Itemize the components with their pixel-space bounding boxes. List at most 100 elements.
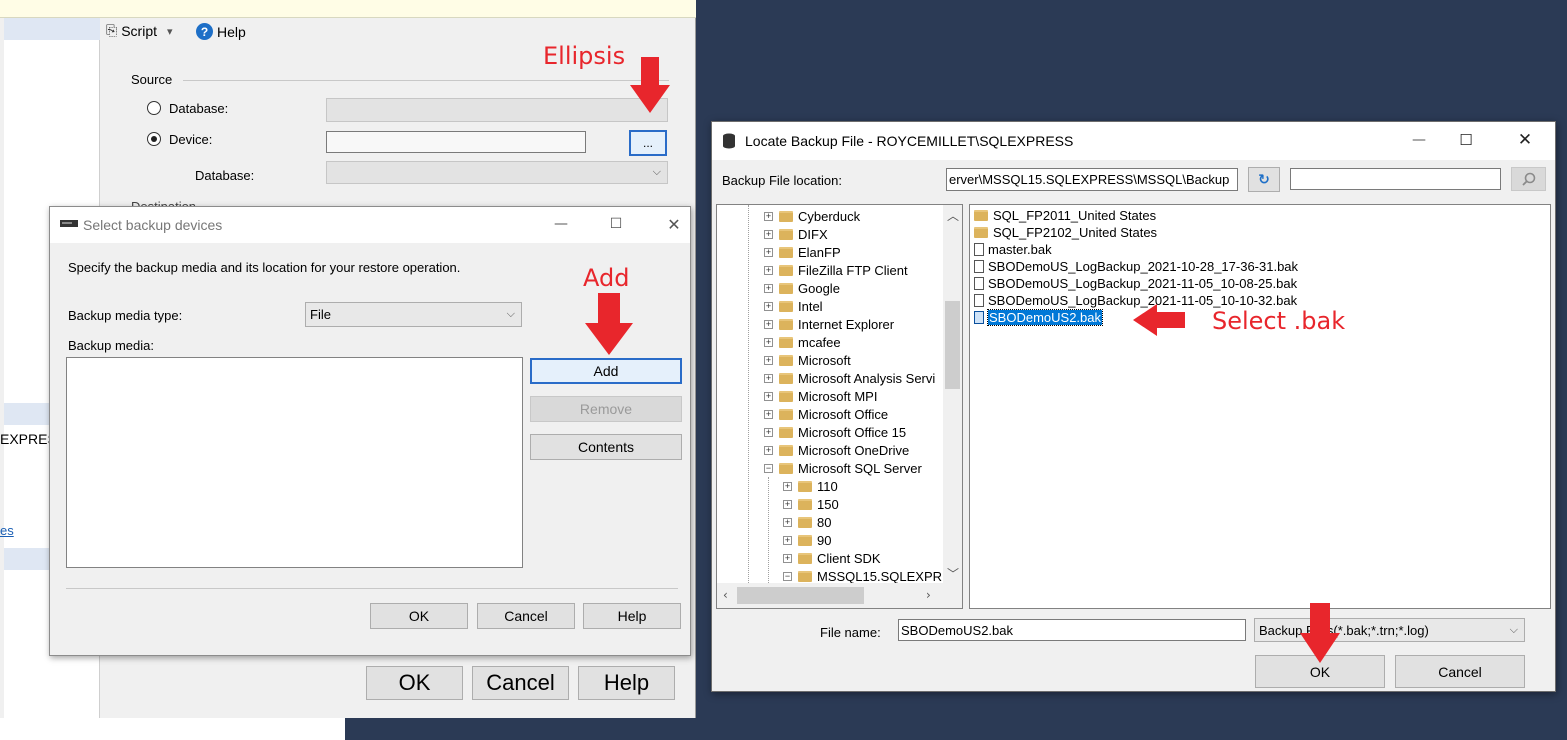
device-radio[interactable]	[147, 132, 161, 146]
tree-item[interactable]: + Google	[717, 279, 943, 297]
device-database-combo[interactable]: ⌵	[326, 161, 668, 184]
tree-item[interactable]: − Microsoft SQL Server	[717, 459, 943, 477]
collapse-icon[interactable]: −	[783, 571, 792, 581]
tree-item[interactable]: + Cyberduck	[717, 207, 943, 225]
tree-item[interactable]: + FileZilla FTP Client	[717, 261, 943, 279]
collapse-icon[interactable]: −	[764, 463, 773, 473]
scroll-up-icon[interactable]: ︿	[947, 207, 959, 224]
expand-icon[interactable]: +	[783, 499, 792, 509]
tree-item[interactable]: + mcafee	[717, 333, 943, 351]
annotation-arrow-down-icon	[1300, 603, 1340, 663]
lbf-cancel-button[interactable]: Cancel	[1395, 655, 1525, 688]
tree-item-label: Microsoft	[798, 352, 851, 368]
file-name: SQL_FP2011_United States	[993, 208, 1157, 223]
view-connection-link[interactable]: es	[0, 523, 14, 538]
tree-item[interactable]: + Microsoft Office	[717, 405, 943, 423]
search-icon[interactable]	[1511, 167, 1546, 191]
database-radio[interactable]	[147, 101, 161, 115]
expand-icon[interactable]: +	[764, 247, 773, 257]
file-list-item[interactable]: SQL_FP2102_United States	[974, 224, 1298, 241]
folder-tree[interactable]: + Cyberduck + DIFX + ElanFP + FileZilla FTP Cli…	[716, 204, 963, 609]
file-type-select[interactable]: Backup Files(*.bak;*.trn;*.log) ⌵	[1254, 618, 1525, 642]
file-list-item[interactable]: SBODemoUS_LogBackup_2021-11-05_10-08-25.…	[974, 275, 1298, 292]
tree-vertical-scrollbar[interactable]: ︿ ﹀	[943, 205, 962, 583]
file-list[interactable]: SQL_FP2011_United States SQL_FP2102_Unite…	[969, 204, 1551, 609]
folder-icon	[798, 552, 812, 564]
tree-item[interactable]: +80	[717, 513, 943, 531]
tree-item[interactable]: + Microsoft MPI	[717, 387, 943, 405]
add-button[interactable]: Add	[530, 358, 682, 384]
expand-icon[interactable]: +	[783, 553, 792, 563]
help-label: Help	[217, 23, 246, 40]
location-field[interactable]: erver\MSSQL15.SQLEXPRESS\MSSQL\Backup	[946, 168, 1238, 191]
tree-item[interactable]: + ElanFP	[717, 243, 943, 261]
sbd-help-button[interactable]: Help	[583, 603, 681, 629]
sbd-cancel-button[interactable]: Cancel	[477, 603, 575, 629]
tree-item[interactable]: +150	[717, 495, 943, 513]
refresh-icon[interactable]: ↻	[1248, 167, 1280, 192]
minimize-icon[interactable]: —	[546, 213, 576, 235]
scrollbar-thumb[interactable]	[737, 587, 864, 604]
expand-icon[interactable]: +	[764, 445, 773, 455]
file-list-item[interactable]: SBODemoUS_LogBackup_2021-10-28_17-36-31.…	[974, 258, 1298, 275]
expand-icon[interactable]: +	[783, 535, 792, 545]
ellipsis-button[interactable]: ...	[629, 130, 667, 156]
tree-item-label: 110	[817, 478, 838, 494]
search-input[interactable]	[1290, 168, 1501, 190]
file-list-item[interactable]: master.bak	[974, 241, 1298, 258]
scroll-right-icon[interactable]: ›	[926, 588, 931, 602]
expand-icon[interactable]: +	[764, 409, 773, 419]
sbd-ok-button[interactable]: OK	[370, 603, 468, 629]
expand-icon[interactable]: +	[764, 391, 773, 401]
restore-help-button[interactable]: Help	[578, 666, 675, 700]
script-button[interactable]: ⎘ Script ▾	[106, 23, 173, 39]
folder-icon	[779, 246, 793, 258]
close-icon[interactable]: ✕	[1510, 129, 1540, 151]
scroll-down-icon[interactable]: ﹀	[947, 565, 959, 582]
file-name-field[interactable]: SBODemoUS2.bak	[898, 619, 1246, 641]
expand-icon[interactable]: +	[764, 265, 773, 275]
expand-icon[interactable]: +	[764, 355, 773, 365]
tree-item[interactable]: + Intel	[717, 297, 943, 315]
tree-item[interactable]: + Client SDK	[717, 549, 943, 567]
minimize-icon[interactable]: —	[1404, 129, 1434, 151]
media-type-select[interactable]: File ⌵	[305, 302, 522, 327]
tree-horizontal-scrollbar[interactable]: ‹ ›	[717, 583, 962, 608]
expand-icon[interactable]: +	[764, 337, 773, 347]
expand-icon[interactable]: +	[764, 211, 773, 221]
chevron-down-icon: ⌵	[506, 307, 515, 320]
restore-cancel-button[interactable]: Cancel	[472, 666, 569, 700]
expand-icon[interactable]: +	[783, 517, 792, 527]
remove-button[interactable]: Remove	[530, 396, 682, 422]
device-path-field[interactable]	[326, 131, 586, 153]
maximize-icon[interactable]: ☐	[1451, 129, 1481, 151]
tree-item[interactable]: + Microsoft OneDrive	[717, 441, 943, 459]
tree-item[interactable]: + Microsoft Analysis Servi	[717, 369, 943, 387]
file-list-item[interactable]: SQL_FP2011_United States	[974, 207, 1298, 224]
tree-item[interactable]: + Microsoft	[717, 351, 943, 369]
tree-item-label: 150	[817, 496, 839, 512]
folder-icon	[798, 480, 812, 492]
close-icon[interactable]: ✕	[659, 213, 689, 235]
tree-item[interactable]: +90	[717, 531, 943, 549]
tree-item[interactable]: +110	[717, 477, 943, 495]
scrollbar-thumb[interactable]	[945, 301, 960, 389]
expand-icon[interactable]: +	[764, 427, 773, 437]
restore-ok-button[interactable]: OK	[366, 666, 463, 700]
expand-icon[interactable]: +	[764, 373, 773, 383]
contents-button[interactable]: Contents	[530, 434, 682, 460]
expand-icon[interactable]: +	[783, 481, 792, 491]
expand-icon[interactable]: +	[764, 319, 773, 329]
tree-item[interactable]: + Microsoft Office 15	[717, 423, 943, 441]
backup-media-list[interactable]	[66, 357, 523, 568]
source-database-combo[interactable]	[326, 98, 668, 122]
tree-item[interactable]: + DIFX	[717, 225, 943, 243]
tree-item[interactable]: + Internet Explorer	[717, 315, 943, 333]
expand-icon[interactable]: +	[764, 229, 773, 239]
maximize-icon[interactable]: ☐	[601, 213, 631, 235]
file-name: SQL_FP2102_United States	[993, 225, 1158, 240]
scroll-left-icon[interactable]: ‹	[723, 588, 728, 602]
expand-icon[interactable]: +	[764, 283, 773, 293]
expand-icon[interactable]: +	[764, 301, 773, 311]
help-button[interactable]: ? Help	[196, 23, 246, 40]
